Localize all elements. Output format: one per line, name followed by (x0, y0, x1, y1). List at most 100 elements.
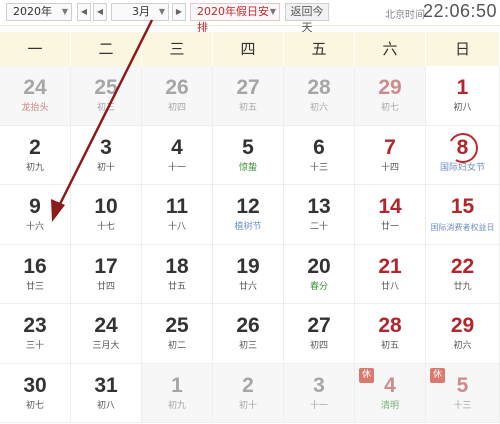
day-number: 22 (450, 254, 475, 278)
day-cell[interactable]: 7 十四 (355, 125, 426, 185)
day-cell[interactable]: 12 植树节 (213, 185, 284, 245)
day-cell[interactable]: 3 初十 (71, 125, 142, 185)
day-number: 20 (307, 254, 331, 278)
day-cell[interactable]: 休 5 十三 (426, 363, 500, 423)
day-cell[interactable]: 3 十一 (284, 363, 355, 423)
day-cell[interactable]: 8 国际妇女节 (426, 125, 500, 185)
lunar-date: 二十 (309, 222, 328, 232)
day-cell[interactable]: 20 春分 (284, 244, 355, 304)
day-cell[interactable]: 25 初三 (71, 66, 142, 126)
lunar-date: 初六 (453, 341, 472, 351)
prev-month-button[interactable]: ◀ (77, 3, 91, 21)
day-cell[interactable]: 9 十六 (0, 185, 71, 245)
caret-down-icon: ▼ (61, 7, 68, 16)
day-number: 25 (94, 76, 118, 99)
day-cell[interactable]: 休 4 清明 (355, 363, 426, 423)
day-cell[interactable]: 17 廿四 (71, 244, 142, 304)
chevron-left-icon: ◀ (96, 7, 104, 16)
lunar-date: 廿八 (380, 281, 399, 292)
day-cell[interactable]: 18 廿五 (142, 244, 213, 304)
lunar-date: 廿九 (453, 281, 472, 292)
day-cell[interactable]: 2 初九 (0, 125, 71, 185)
day-number: 5 (242, 135, 254, 159)
day-cell[interactable]: 26 初四 (142, 66, 213, 126)
calendar-toolbar: 2020年 ▼ ◀ ◀ 3月 ▼ ▶ 2020年假日安排 ▼ 返回今天 北京时间… (0, 0, 500, 34)
lunar-date: 廿六 (238, 281, 257, 292)
day-cell[interactable]: 1 初八 (426, 66, 500, 126)
year-select[interactable]: 2020年 ▼ (6, 3, 72, 21)
lunar-date: 十一 (167, 162, 186, 173)
lunar-date: 三十 (25, 341, 44, 351)
return-today-button[interactable]: 返回今天 (285, 3, 329, 34)
holiday-schedule-select[interactable]: 2020年假日安排 ▼ (190, 3, 280, 34)
lunar-date: 十四 (380, 162, 399, 173)
day-number: 7 (384, 135, 396, 159)
day-cell[interactable]: 27 初四 (284, 304, 355, 364)
day-number: 10 (94, 195, 118, 218)
day-cell[interactable]: 11 十八 (142, 185, 213, 245)
lunar-date: 国际妇女节 (439, 162, 485, 173)
day-cell[interactable]: 22 廿九 (426, 244, 500, 304)
day-cell[interactable]: 31 初八 (71, 363, 142, 423)
day-cell[interactable]: 26 初三 (213, 304, 284, 364)
day-cell[interactable]: 14 廿一 (355, 185, 426, 245)
weekday-header-5: 六 (355, 32, 426, 66)
day-cell[interactable]: 23 三十 (0, 304, 71, 364)
day-cell[interactable]: 21 廿八 (355, 244, 426, 304)
day-cell[interactable]: 25 初二 (142, 304, 213, 364)
lunar-date: 廿三 (25, 281, 44, 292)
weekday-header-2: 三 (142, 32, 213, 66)
day-number: 6 (313, 135, 325, 159)
lunar-date: 龙抬头 (21, 103, 49, 113)
lunar-date: 十三 (453, 400, 472, 411)
lunar-date: 十一 (309, 400, 328, 411)
clock: 22:06:50 (423, 1, 498, 21)
next-month-button[interactable]: ▶ (172, 3, 186, 21)
day-number: 21 (378, 254, 402, 278)
month-value: 3月 (132, 5, 150, 18)
day-cell[interactable]: 5 惊蛰 (213, 125, 284, 185)
day-cell[interactable]: 24 龙抬头 (0, 66, 71, 126)
day-cell[interactable]: 24 三月大 (71, 304, 142, 364)
day-cell[interactable]: 28 初五 (355, 304, 426, 364)
lunar-date: 廿四 (96, 281, 115, 292)
lunar-date: 初五 (380, 341, 399, 351)
lunar-date: 国际消费者权益日 (430, 223, 495, 232)
lunar-date: 廿一 (380, 222, 399, 232)
beijing-time-label: 北京时间 (385, 10, 425, 21)
lunar-date: 初二 (167, 341, 186, 351)
day-number: 9 (29, 195, 41, 218)
day-number: 27 (236, 76, 260, 99)
day-number: 3 (100, 135, 112, 159)
day-cell[interactable]: 13 二十 (284, 185, 355, 245)
day-cell[interactable]: 4 十一 (142, 125, 213, 185)
day-cell[interactable]: 10 十七 (71, 185, 142, 245)
day-cell[interactable]: 1 初九 (142, 363, 213, 423)
lunar-date: 初十 (238, 400, 257, 411)
month-select[interactable]: 3月 ▼ (111, 3, 169, 21)
chevron-right-icon: ▶ (175, 7, 183, 16)
lunar-date: 十八 (167, 222, 186, 232)
day-cell[interactable]: 29 初六 (426, 304, 500, 364)
prev-month-button-2[interactable]: ◀ (93, 3, 107, 21)
weekday-header-6: 日 (426, 32, 500, 66)
day-cell[interactable]: 28 初六 (284, 66, 355, 126)
day-number: 23 (23, 314, 47, 337)
chevron-left-icon: ◀ (80, 7, 88, 16)
lunar-date: 初九 (25, 162, 44, 173)
day-cell[interactable]: 19 廿六 (213, 244, 284, 304)
day-cell[interactable]: 6 十三 (284, 125, 355, 185)
day-cell[interactable]: 16 廿三 (0, 244, 71, 304)
day-cell[interactable]: 15 国际消费者权益日 (426, 185, 500, 245)
day-number: 14 (378, 195, 402, 218)
day-number: 26 (236, 314, 260, 337)
day-cell[interactable]: 29 初七 (355, 66, 426, 126)
lunar-date: 惊蛰 (238, 162, 257, 173)
day-number: 18 (165, 254, 189, 278)
day-number: 24 (94, 314, 118, 337)
day-cell[interactable]: 2 初十 (213, 363, 284, 423)
day-number: 25 (165, 314, 189, 337)
day-cell[interactable]: 30 初七 (0, 363, 71, 423)
day-cell[interactable]: 27 初五 (213, 66, 284, 126)
lunar-date: 清明 (380, 400, 399, 411)
